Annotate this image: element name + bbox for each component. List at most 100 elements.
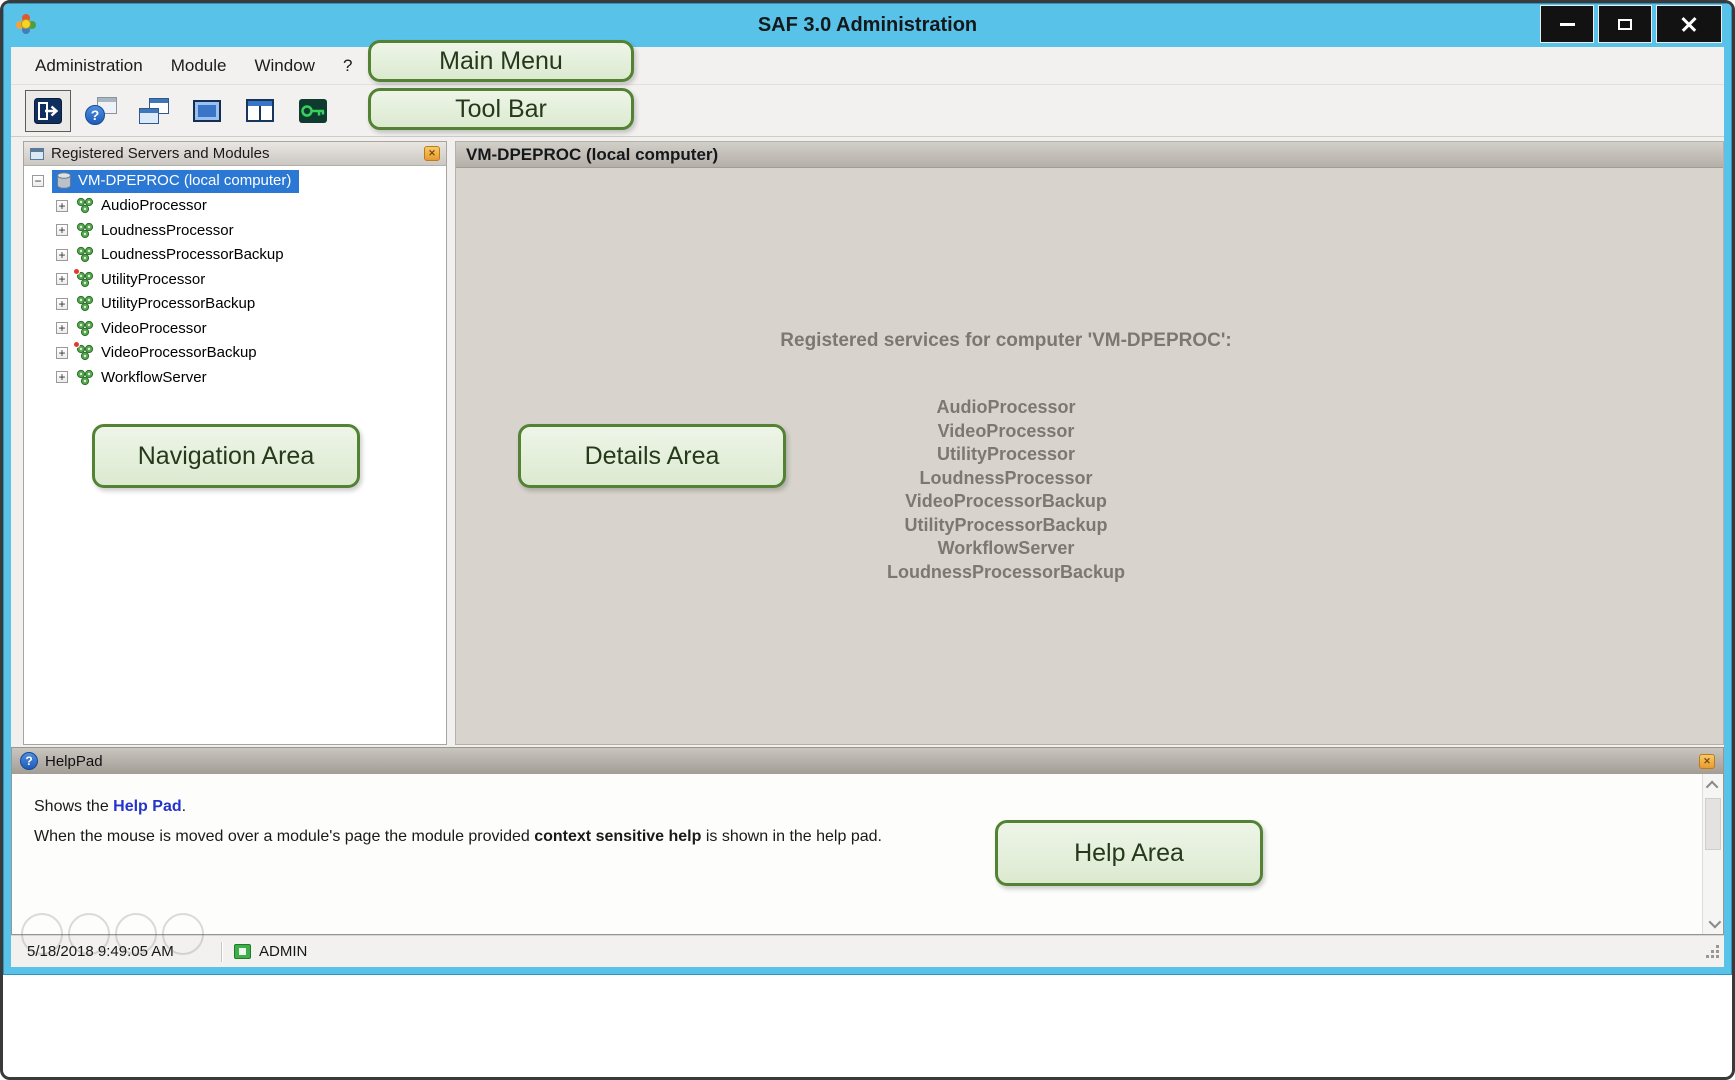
collapse-expander[interactable]: − [32,175,44,187]
helppad-content: Shows the Help Pad. When the mouse is mo… [12,774,1702,934]
cascade-windows-button[interactable] [131,90,177,132]
window-title: SAF 3.0 Administration [3,3,1732,47]
registered-services-heading: Registered services for computer 'VM-DPE… [456,330,1556,352]
tree-item-video-processor-backup[interactable]: + VideoProcessorBackup [24,341,446,366]
helppad-scrollbar[interactable] [1702,774,1723,934]
dock-panel-icon [30,148,44,160]
annotation-help-area: Help Area [995,820,1263,886]
tree-item-utility-processor-backup[interactable]: + UtilityProcessorBackup [24,292,446,317]
status-timestamp: 5/18/2018 9:49:05 AM [11,943,221,960]
tile-windows-icon [246,99,274,122]
module-gears-icon [76,369,94,386]
service-name: WorkflowServer [456,537,1556,561]
chevron-down-icon [1708,915,1721,928]
server-tree: − VM-DPEPROC (local computer) + [24,166,446,390]
help-text: Shows the [34,798,113,815]
maximize-button[interactable] [1598,5,1652,43]
status-user: ADMIN [222,943,307,960]
title-bar: SAF 3.0 Administration [3,3,1732,47]
module-gears-icon [76,271,94,288]
expand-expander[interactable]: + [56,371,68,383]
module-gears-icon [76,222,94,239]
service-name: LoudnessProcessorBackup [456,561,1556,585]
menu-help[interactable]: ? [329,49,366,83]
helppad-close-icon[interactable]: ✕ [1699,754,1715,769]
expand-expander[interactable]: + [56,249,68,261]
expand-expander[interactable]: + [56,347,68,359]
alert-dot-icon [73,268,80,275]
tool-bar: ? [11,85,1724,137]
cascade-windows-icon [139,98,169,124]
full-screen-icon [193,100,221,122]
tree-item-loudness-processor[interactable]: + LoudnessProcessor [24,218,446,243]
close-icon [1680,15,1698,33]
help-text-bold: context sensitive help [534,828,701,845]
scrollbar-thumb[interactable] [1705,798,1721,850]
annotation-main-menu: Main Menu [368,40,634,82]
tree-item-workflow-server[interactable]: + WorkflowServer [24,365,446,390]
minimize-button[interactable] [1540,5,1594,43]
annotation-navigation-area: Navigation Area [92,424,360,488]
tree-item-label: VideoProcessor [101,320,207,337]
help-question-icon: ? [20,752,38,770]
navigation-panel-close-icon[interactable]: ✕ [424,146,440,161]
help-line-1: Shows the Help Pad. [34,798,1702,816]
menu-administration[interactable]: Administration [21,49,157,83]
tree-item-label: LoudnessProcessor [101,222,234,239]
key-icon [298,98,328,124]
help-button[interactable]: ? [78,90,124,132]
tree-item-audio-processor[interactable]: + AudioProcessor [24,194,446,219]
module-gears-icon [76,320,94,337]
service-name: UtilityProcessorBackup [456,514,1556,538]
expand-expander[interactable]: + [56,200,68,212]
tree-item-video-processor[interactable]: + VideoProcessor [24,316,446,341]
service-name: VideoProcessorBackup [456,490,1556,514]
full-screen-button[interactable] [184,90,230,132]
screenshot-frame: SAF 3.0 Administration Administration Mo… [0,0,1735,1080]
server-icon [56,172,72,190]
maximize-icon [1618,19,1632,30]
chevron-up-icon [1705,780,1718,793]
expand-expander[interactable]: + [56,298,68,310]
menu-module[interactable]: Module [157,49,241,83]
navigation-panel-title: Registered Servers and Modules [51,145,269,162]
helppad-header: ? HelpPad ✕ [12,748,1723,774]
tree-item-vm-dpeproc[interactable]: − VM-DPEPROC (local computer) [24,169,446,194]
details-panel-title: VM-DPEPROC (local computer) [466,145,718,165]
tree-item-label: AudioProcessor [101,197,207,214]
module-gears-icon [76,246,94,263]
help-pad-link[interactable]: Help Pad [113,798,181,815]
admin-session-icon [234,944,251,959]
helppad-title: HelpPad [45,753,103,770]
exit-icon [33,97,63,125]
tile-windows-button[interactable] [237,90,283,132]
help-text: When the mouse is moved over a module's … [34,828,534,845]
exit-button[interactable] [25,90,71,132]
window-controls [1540,5,1722,43]
close-button[interactable] [1656,5,1722,43]
tree-item-label: VideoProcessorBackup [101,344,257,361]
annotation-tool-bar: Tool Bar [368,88,634,130]
details-content: Registered services for computer 'VM-DPE… [456,168,1556,584]
module-gears-icon [76,197,94,214]
tree-item-label: WorkflowServer [101,369,207,386]
tree-item-loudness-processor-backup[interactable]: + LoudnessProcessorBackup [24,243,446,268]
menu-window[interactable]: Window [240,49,328,83]
scroll-up-button[interactable] [1703,774,1723,796]
app-window: SAF 3.0 Administration Administration Mo… [3,3,1732,975]
resize-grip[interactable] [1705,944,1720,963]
help-text: . [182,798,186,815]
module-gears-icon [76,344,94,361]
scroll-down-button[interactable] [1703,912,1723,934]
expand-expander[interactable]: + [56,224,68,236]
tree-item-utility-processor[interactable]: + UtilityProcessor [24,267,446,292]
help-icon: ? [85,97,117,125]
license-key-button[interactable] [290,90,336,132]
details-panel-header: VM-DPEPROC (local computer) [456,142,1723,168]
main-menu-bar: Administration Module Window ? [11,47,1724,85]
tree-item-label: VM-DPEPROC (local computer) [78,172,291,189]
tree-item-label: UtilityProcessorBackup [101,295,255,312]
navigation-panel-header: Registered Servers and Modules ✕ [24,142,446,166]
expand-expander[interactable]: + [56,322,68,334]
expand-expander[interactable]: + [56,273,68,285]
